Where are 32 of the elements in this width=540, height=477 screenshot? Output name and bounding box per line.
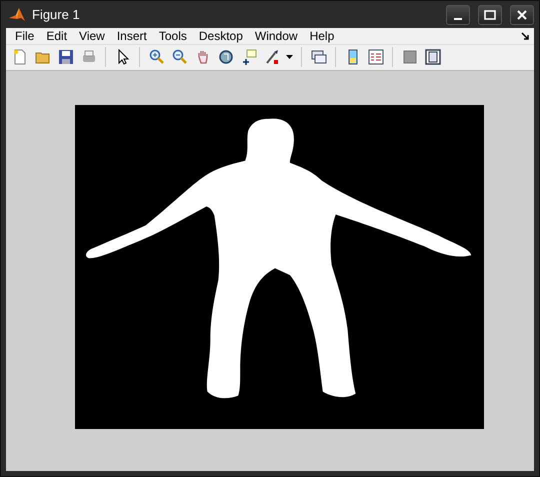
app-logo-icon: [8, 6, 26, 24]
caret-icon: [286, 55, 293, 60]
brush-icon: [264, 49, 280, 66]
menu-item[interactable]: Tools: [152, 29, 193, 44]
menu-item[interactable]: Insert: [110, 29, 153, 44]
menu-item[interactable]: Window: [248, 29, 304, 44]
linked-windows-icon: [310, 49, 326, 66]
menu-item[interactable]: Desktop: [192, 29, 249, 44]
menu-item[interactable]: View: [73, 29, 111, 44]
maximize-button[interactable]: [478, 4, 502, 25]
new-file-icon: [12, 49, 28, 66]
minimize-icon: [454, 18, 462, 20]
menu-item[interactable]: Edit: [40, 29, 74, 44]
frame-button[interactable]: [423, 48, 442, 67]
rotate-icon: [218, 49, 234, 66]
save-icon: [58, 49, 74, 66]
window-title: Figure 1: [32, 7, 81, 22]
dock-arrow-icon[interactable]: [520, 31, 530, 42]
legend-button[interactable]: [366, 48, 385, 67]
menu-item[interactable]: File: [9, 29, 40, 44]
menu-item[interactable]: Help: [304, 29, 340, 44]
zoom-in-icon: [148, 49, 164, 66]
frame-icon: [424, 49, 440, 66]
legend-icon: [368, 49, 384, 66]
close-button[interactable]: [510, 4, 534, 25]
data-cursor-icon: [240, 49, 256, 66]
close-icon: [517, 10, 527, 20]
zoom-out-icon: [172, 49, 188, 66]
minimize-button[interactable]: [446, 4, 470, 25]
save-button[interactable]: [56, 48, 75, 67]
maximize-icon: [484, 10, 496, 20]
plot-tools-icon: [402, 49, 418, 66]
